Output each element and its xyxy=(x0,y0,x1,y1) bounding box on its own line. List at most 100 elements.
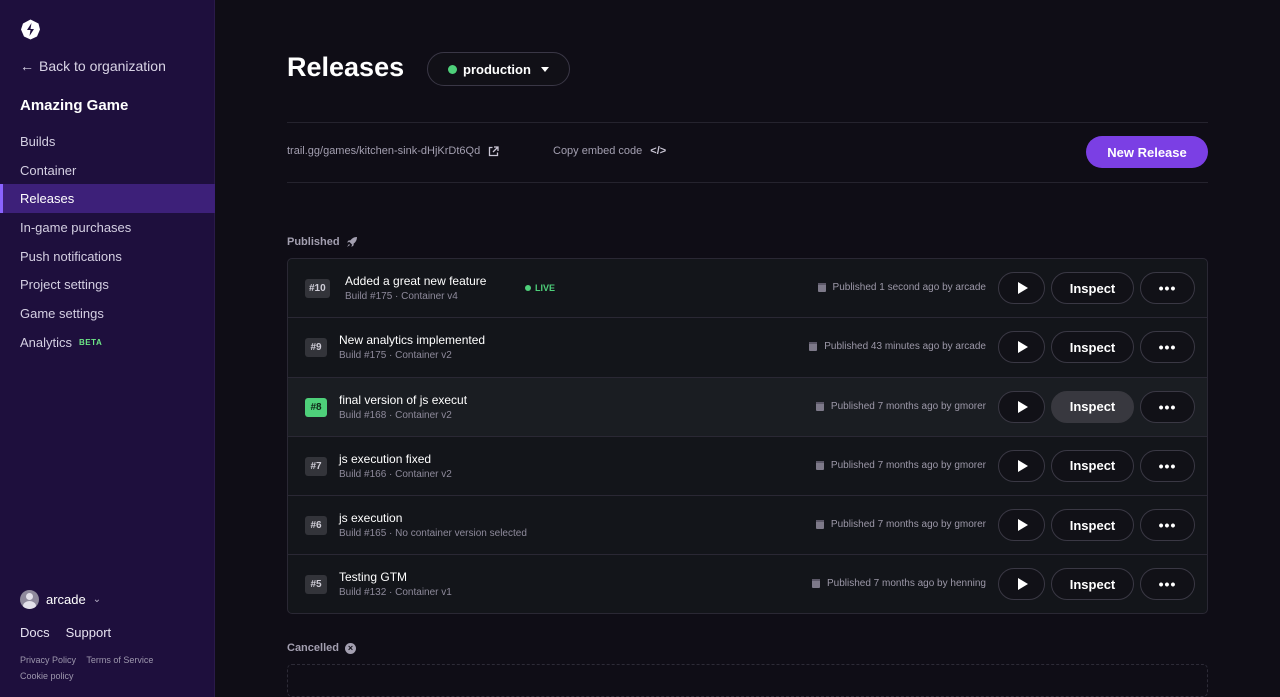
more-icon: ••• xyxy=(1158,457,1177,474)
release-row[interactable]: #10 Added a great new feature Build #175… xyxy=(288,259,1207,319)
play-icon xyxy=(1018,400,1028,413)
inspect-button[interactable]: Inspect xyxy=(1051,568,1134,601)
release-build-info: Build #132 · Container v1 xyxy=(339,587,452,599)
published-section-label: Published xyxy=(287,236,358,248)
release-title: Testing GTM xyxy=(339,570,408,585)
release-meta: Published 7 months ago by gmorer xyxy=(815,519,986,530)
sidebar-item-analytics[interactable]: Analytics BETA xyxy=(0,328,215,357)
release-title: js execution fixed xyxy=(339,451,432,466)
calendar-icon xyxy=(815,520,824,530)
release-number-badge: #10 xyxy=(305,279,330,298)
inspect-button[interactable]: Inspect xyxy=(1051,331,1134,364)
cookie-policy-link[interactable]: Cookie policy xyxy=(20,671,74,681)
page-title: Releases xyxy=(287,52,405,82)
cancelled-section-label: Cancelled × xyxy=(287,642,356,654)
release-meta: Published 1 second ago by arcade xyxy=(817,282,986,293)
environment-label: production xyxy=(463,61,531,77)
calendar-icon xyxy=(815,401,824,411)
sidebar-item-game-settings[interactable]: Game settings xyxy=(0,299,215,328)
more-icon: ••• xyxy=(1158,280,1177,296)
release-title: final version of js execut xyxy=(339,392,468,407)
release-title: js execution xyxy=(339,511,403,526)
play-button[interactable] xyxy=(998,568,1045,601)
release-number-badge: #6 xyxy=(305,516,327,536)
release-row[interactable]: #6 js execution Build #165 · No containe… xyxy=(288,496,1207,556)
play-button[interactable] xyxy=(998,509,1045,542)
caret-down-icon xyxy=(540,66,549,72)
sidebar-item-builds[interactable]: Builds xyxy=(0,127,215,156)
new-release-button[interactable]: New Release xyxy=(1086,136,1208,168)
sidebar: ← Back to organization Amazing Game Buil… xyxy=(0,0,215,697)
sidebar-item-in-game-purchases[interactable]: In-game purchases xyxy=(0,213,215,242)
inspect-button[interactable]: Inspect xyxy=(1051,272,1134,304)
docs-link[interactable]: Docs xyxy=(20,625,50,640)
live-dot xyxy=(525,285,531,291)
release-meta: Published 7 months ago by gmorer xyxy=(815,401,986,412)
sidebar-item-container[interactable]: Container xyxy=(0,156,215,185)
more-options-button[interactable]: ••• xyxy=(1140,331,1195,364)
support-link[interactable]: Support xyxy=(66,625,112,640)
release-number-badge: #9 xyxy=(305,338,327,358)
inspect-button[interactable]: Inspect xyxy=(1051,509,1134,542)
release-meta: Published 7 months ago by gmorer xyxy=(815,460,986,471)
external-link-icon xyxy=(489,145,499,156)
legal-links: Privacy Policy Terms of Service Cookie p… xyxy=(20,652,161,684)
chevron-down-icon: ⌄ xyxy=(92,594,102,605)
more-options-button[interactable]: ••• xyxy=(1140,509,1195,542)
close-circle-icon: × xyxy=(344,642,356,654)
sidebar-nav: Builds Container Releases In-game purcha… xyxy=(0,127,215,357)
more-options-button[interactable]: ••• xyxy=(1140,390,1195,423)
project-title: Amazing Game xyxy=(20,97,129,114)
environment-status-dot xyxy=(448,64,458,74)
user-menu[interactable]: arcade ⌄ xyxy=(20,590,101,609)
divider xyxy=(287,122,1208,123)
release-build-info: Build #166 · Container v2 xyxy=(339,468,452,480)
sidebar-item-project-settings[interactable]: Project settings xyxy=(0,270,215,299)
play-button[interactable] xyxy=(998,272,1045,304)
release-title: New analytics implemented xyxy=(339,333,486,348)
release-title: Added a great new feature xyxy=(345,274,487,288)
play-icon xyxy=(1018,519,1028,532)
game-url-text: trail.gg/games/kitchen-sink-dHjKrDt6Qd xyxy=(287,145,481,157)
release-row[interactable]: #5 Testing GTM Build #132 · Container v1… xyxy=(288,555,1207,613)
more-icon: ••• xyxy=(1158,576,1177,593)
trail-logo-icon[interactable] xyxy=(20,19,41,40)
calendar-icon xyxy=(811,579,820,589)
calendar-icon xyxy=(809,342,818,352)
release-number-badge: #5 xyxy=(305,575,327,595)
play-button[interactable] xyxy=(998,449,1045,482)
sidebar-item-push-notifications[interactable]: Push notifications xyxy=(0,242,215,271)
more-options-button[interactable]: ••• xyxy=(1140,568,1195,601)
play-icon xyxy=(1018,341,1028,354)
release-meta: Published 7 months ago by henning xyxy=(811,578,986,589)
cancelled-releases-area xyxy=(287,664,1208,697)
published-releases-list: #10 Added a great new feature Build #175… xyxy=(287,258,1208,614)
beta-badge: BETA xyxy=(79,337,103,347)
live-badge: LIVE xyxy=(525,283,555,293)
release-row[interactable]: #7 js execution fixed Build #166 · Conta… xyxy=(288,437,1207,497)
release-row[interactable]: #9 New analytics implemented Build #175 … xyxy=(288,318,1207,378)
rocket-icon xyxy=(346,237,357,247)
environment-select[interactable]: production xyxy=(427,52,570,86)
back-to-organization-link[interactable]: ← Back to organization xyxy=(20,58,166,74)
privacy-policy-link[interactable]: Privacy Policy xyxy=(20,655,76,665)
release-row[interactable]: #8 final version of js execut Build #168… xyxy=(288,377,1207,437)
game-url[interactable]: trail.gg/games/kitchen-sink-dHjKrDt6Qd xyxy=(287,145,499,157)
play-button[interactable] xyxy=(998,331,1045,364)
release-build-info: Build #175 · Container v4 xyxy=(345,291,458,302)
terms-of-service-link[interactable]: Terms of Service xyxy=(86,655,153,665)
play-icon xyxy=(1018,282,1028,294)
footer-links: Docs Support xyxy=(20,625,111,640)
release-meta: Published 43 minutes ago by arcade xyxy=(809,341,986,352)
play-button[interactable] xyxy=(998,390,1045,423)
release-build-info: Build #165 · No container version select… xyxy=(339,528,527,540)
inspect-button[interactable]: Inspect xyxy=(1051,390,1134,423)
more-options-button[interactable]: ••• xyxy=(1140,449,1195,482)
divider xyxy=(287,182,1208,183)
more-options-button[interactable]: ••• xyxy=(1140,272,1195,304)
calendar-icon xyxy=(815,460,824,470)
sidebar-item-releases[interactable]: Releases xyxy=(0,184,215,214)
inspect-button[interactable]: Inspect xyxy=(1051,449,1134,482)
copy-embed-code[interactable]: Copy embed code </> xyxy=(553,145,666,157)
copy-embed-label: Copy embed code xyxy=(553,145,643,157)
